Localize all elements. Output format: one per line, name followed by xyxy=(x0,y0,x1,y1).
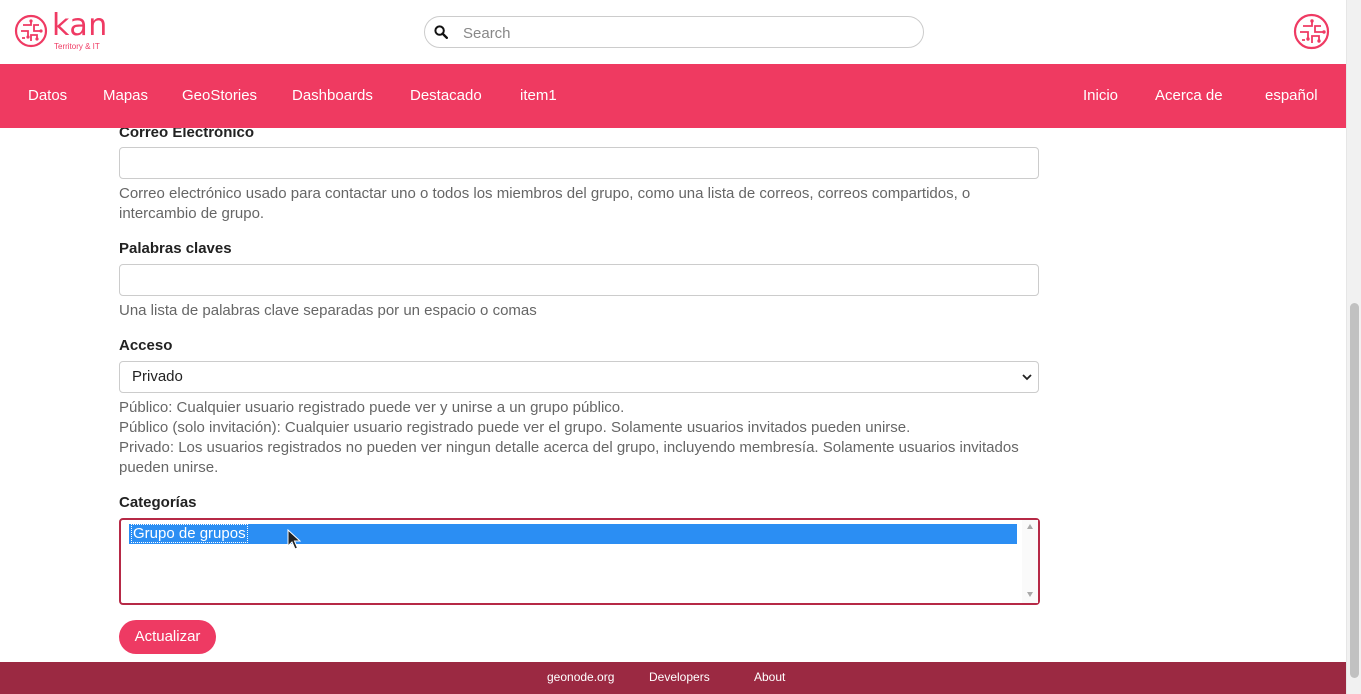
brand-tagline: Territory & IT xyxy=(54,42,100,51)
access-select[interactable]: Privado xyxy=(119,361,1039,393)
top-bar: kan Territory & IT xyxy=(0,0,1346,64)
nav-link-datos[interactable]: Datos xyxy=(28,87,67,104)
access-help-public: Público: Cualquier usuario registrado pu… xyxy=(119,399,625,416)
footer-link-about[interactable]: About xyxy=(754,670,785,684)
access-label: Acceso xyxy=(119,337,173,354)
category-option[interactable]: Grupo de grupos xyxy=(129,524,1017,544)
mouse-cursor-icon xyxy=(287,529,301,550)
nav-link-item1[interactable]: item1 xyxy=(520,87,557,104)
category-option-label: Grupo de grupos xyxy=(131,524,248,543)
nav-link-mapas[interactable]: Mapas xyxy=(103,87,148,104)
circuit-logo-icon xyxy=(14,14,48,48)
brand-logo[interactable]: kan Territory & IT xyxy=(14,8,114,54)
brand-name: kan xyxy=(52,8,108,43)
access-help-public-invite: Público (solo invitación): Cualquier usu… xyxy=(119,419,911,436)
access-selected-value: Privado xyxy=(132,368,183,385)
page-scrollbar[interactable] xyxy=(1346,0,1361,694)
update-button[interactable]: Actualizar xyxy=(119,620,216,654)
access-help-private: Privado: Los usuarios registrados no pue… xyxy=(119,439,1019,476)
keywords-help-text: Una lista de palabras clave separadas po… xyxy=(119,302,537,319)
nav-link-dashboards[interactable]: Dashboards xyxy=(292,87,373,104)
email-help-text: Correo electrónico usado para contactar … xyxy=(119,185,971,222)
categories-multiselect[interactable]: Grupo de grupos xyxy=(119,518,1040,605)
scroll-up-icon[interactable] xyxy=(1027,524,1033,529)
nav-links-layer: Datos Mapas GeoStories Dashboards Destac… xyxy=(0,64,1346,128)
search-icon[interactable] xyxy=(434,25,448,39)
categories-label: Categorías xyxy=(119,494,197,511)
nav-link-acerca-de[interactable]: Acerca de xyxy=(1155,87,1223,104)
search-box[interactable] xyxy=(424,16,924,48)
chevron-down-icon xyxy=(1022,374,1032,381)
scroll-down-icon[interactable] xyxy=(1027,592,1033,597)
footer: geonode.org Developers About xyxy=(0,662,1346,694)
nav-link-inicio[interactable]: Inicio xyxy=(1083,87,1118,104)
user-avatar-icon[interactable] xyxy=(1293,13,1330,50)
keywords-label: Palabras claves xyxy=(119,240,232,257)
keywords-field[interactable] xyxy=(119,264,1039,296)
nav-link-destacado[interactable]: Destacado xyxy=(410,87,482,104)
footer-link-developers[interactable]: Developers xyxy=(649,670,710,684)
search-input[interactable] xyxy=(463,22,903,44)
categories-scrollbar[interactable] xyxy=(1022,520,1038,603)
page-scrollbar-thumb[interactable] xyxy=(1350,303,1359,678)
nav-link-geostories[interactable]: GeoStories xyxy=(182,87,257,104)
email-field[interactable] xyxy=(119,147,1039,179)
nav-link-espanol[interactable]: español xyxy=(1265,87,1318,104)
footer-link-geonode[interactable]: geonode.org xyxy=(547,670,614,684)
